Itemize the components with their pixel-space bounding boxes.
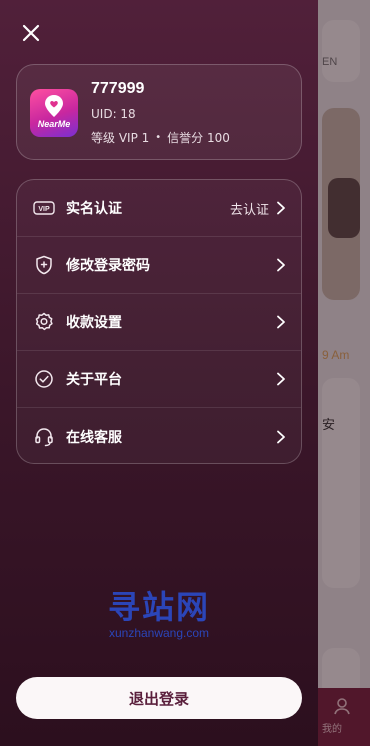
chevron-right-icon xyxy=(277,201,285,215)
shield-plus-icon xyxy=(36,255,52,275)
watermark-title: 寻站网 xyxy=(107,588,210,626)
menu-item-label: 修改登录密码 xyxy=(66,258,150,274)
check-circle-icon xyxy=(35,370,53,388)
app-logo-text: NearMe xyxy=(37,119,71,129)
menu-card: VIP 实名认证 去认证 修改登录密码 收款设置 关于平台 在线客服 xyxy=(16,179,302,464)
menu-item-online-support[interactable]: 在线客服 xyxy=(17,408,301,463)
watermark: 寻站网 xunzhanwang.com xyxy=(0,582,318,640)
drawer-overlay[interactable] xyxy=(318,0,370,746)
logout-button-label: 退出登录 xyxy=(128,689,189,708)
vip-badge-icon: VIP xyxy=(33,201,55,215)
user-level-row: 等级 VIP 1 • 信誉分 100 xyxy=(91,129,230,146)
separator-dot: • xyxy=(155,132,162,143)
menu-item-real-name-auth[interactable]: VIP 实名认证 去认证 xyxy=(17,180,301,237)
headset-icon xyxy=(35,427,53,446)
user-name: 777999 xyxy=(91,80,145,97)
vip-icon-text: VIP xyxy=(38,206,50,213)
vip-level: 等级 VIP 1 xyxy=(91,131,150,145)
credit-score: 信誉分 100 xyxy=(167,131,230,145)
watermark-url: xunzhanwang.com xyxy=(108,626,210,640)
user-uid: UID: 18 xyxy=(91,107,136,121)
menu-item-label: 实名认证 xyxy=(66,201,122,217)
chevron-right-icon xyxy=(277,430,285,443)
close-icon[interactable] xyxy=(18,20,44,46)
app-logo: NearMe xyxy=(30,89,78,137)
menu-item-payment-settings[interactable]: 收款设置 xyxy=(17,294,301,351)
menu-item-change-password[interactable]: 修改登录密码 xyxy=(17,237,301,294)
profile-card: NearMe 777999 UID: 18 等级 VIP 1 • 信誉分 100 xyxy=(16,64,302,160)
menu-item-about-platform[interactable]: 关于平台 xyxy=(17,351,301,408)
chevron-right-icon xyxy=(277,372,285,386)
chevron-right-icon xyxy=(277,315,285,329)
gear-icon xyxy=(35,312,53,331)
logout-button[interactable]: 退出登录 xyxy=(16,677,302,719)
menu-item-label: 收款设置 xyxy=(66,315,122,331)
menu-item-label: 在线客服 xyxy=(66,429,122,446)
side-drawer: NearMe 777999 UID: 18 等级 VIP 1 • 信誉分 100… xyxy=(0,0,318,746)
location-pin-icon xyxy=(45,95,63,117)
verify-status: 去认证 xyxy=(229,202,269,218)
menu-item-label: 关于平台 xyxy=(66,372,122,388)
chevron-right-icon xyxy=(277,258,285,272)
